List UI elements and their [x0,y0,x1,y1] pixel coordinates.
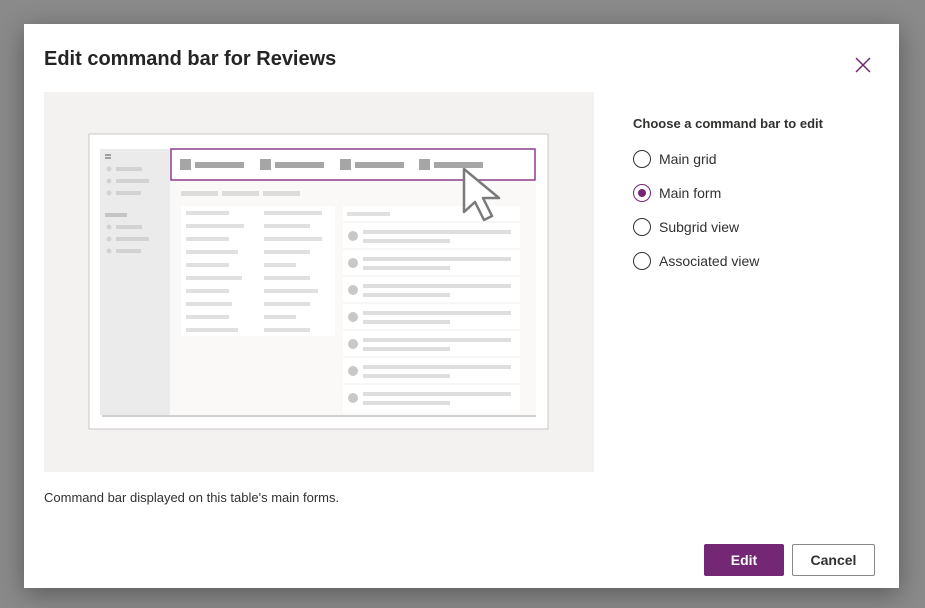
dialog-title: Edit command bar for Reviews [44,48,337,70]
radio-associated-view[interactable]: Associated view [633,250,759,272]
description-text: Command bar displayed on this table's ma… [44,490,340,505]
cancel-button[interactable]: Cancel [792,544,875,576]
radio-label: Subgrid view [659,219,740,235]
radio-label: Main form [659,185,722,201]
radio-label: Associated view [659,253,760,269]
radio-label: Main grid [659,151,717,167]
radio-main-form[interactable]: Main form [633,182,759,204]
edit-button[interactable]: Edit [704,544,784,576]
command-bar-radio-group: Main grid Main form Subgrid view Associa… [633,148,759,284]
edit-command-bar-dialog: Edit command bar for Reviews Command bar… [24,24,899,588]
radio-button[interactable] [633,150,651,168]
radio-subgrid-view[interactable]: Subgrid view [633,216,759,238]
command-bar-illustration [88,133,549,430]
radio-button[interactable] [633,218,651,236]
radio-button[interactable] [633,252,651,270]
radio-main-grid[interactable]: Main grid [633,148,759,170]
choose-command-bar-label: Choose a command bar to edit [633,116,823,131]
radio-button-selected[interactable] [633,184,651,202]
close-button[interactable] [848,50,878,80]
command-bar-preview [44,92,594,472]
close-icon [848,50,878,80]
